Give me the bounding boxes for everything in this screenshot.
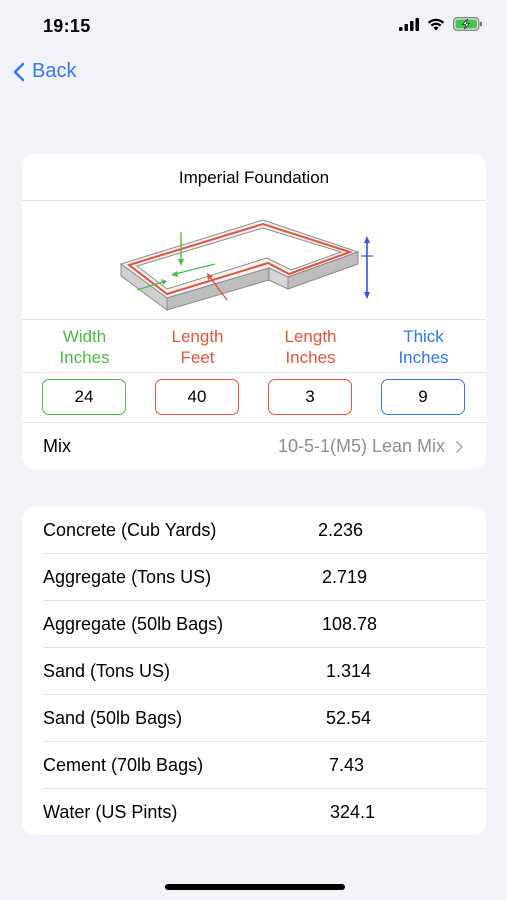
result-value: 7.43 [329,755,365,775]
result-value: 2.236 [318,520,364,540]
chevron-right-icon [456,440,463,453]
result-label: Aggregate (Tons US) [43,567,212,587]
divider [22,422,486,423]
width-inches-field[interactable]: 24 [42,379,126,415]
back-label: Back [32,60,77,82]
thick-inches-field[interactable]: 9 [381,379,465,415]
foundation-card: Imperial Foundation Width Inches Length … [22,154,486,469]
length-inches-label: Length Inches [284,327,337,367]
status-bar: 19:15 [0,0,507,52]
result-value: 2.719 [322,567,368,587]
width-inches-label: Width Inches [59,327,110,367]
result-label: Concrete (Cub Yards) [43,520,217,540]
status-time: 19:15 [43,16,91,36]
mix-value: 10-5-1(M5) Lean Mix [277,436,445,456]
result-row-sand-bags: Sand (50lb Bags) 52.54 [22,695,486,742]
foundation-diagram [119,219,373,311]
result-label: Sand (Tons US) [43,661,171,681]
length-feet-label: Length Feet [171,327,224,367]
result-value: 52.54 [326,708,372,728]
result-row-water-pints: Water (US Pints) 324.1 [22,789,486,836]
cellular-signal-icon [399,17,419,31]
divider [22,200,486,201]
result-label: Aggregate (50lb Bags) [43,614,224,634]
result-row-concrete: Concrete (Cub Yards) 2.236 [22,507,486,554]
home-indicator[interactable] [165,884,345,890]
battery-charging-icon [453,17,482,31]
status-icons [399,17,483,31]
result-value: 1.314 [326,661,372,681]
result-label: Sand (50lb Bags) [43,708,183,728]
mix-label: Mix [43,436,71,456]
result-label: Water (US Pints) [43,802,178,822]
length-feet-field[interactable]: 40 [155,379,239,415]
chevron-left-icon [13,62,25,81]
results-card: Concrete (Cub Yards) 2.236 Aggregate (To… [22,507,486,835]
result-label: Cement (70lb Bags) [43,755,204,775]
mix-selector[interactable]: 10-5-1(M5) Lean Mix [278,436,464,457]
divider [22,372,486,373]
result-row-sand-tons: Sand (Tons US) 1.314 [22,648,486,695]
length-inches-field[interactable]: 3 [268,379,352,415]
wifi-icon [427,18,445,30]
result-row-aggregate-tons: Aggregate (Tons US) 2.719 [22,554,486,601]
result-value: 324.1 [330,802,376,822]
result-value: 108.78 [322,614,378,634]
result-row-aggregate-bags: Aggregate (50lb Bags) 108.78 [22,601,486,648]
card-title: Imperial Foundation [178,168,330,187]
divider [22,319,486,320]
result-row-cement-bags: Cement (70lb Bags) 7.43 [22,742,486,789]
back-button[interactable]: Back [12,60,76,83]
thick-inches-label: Thick Inches [398,327,449,367]
